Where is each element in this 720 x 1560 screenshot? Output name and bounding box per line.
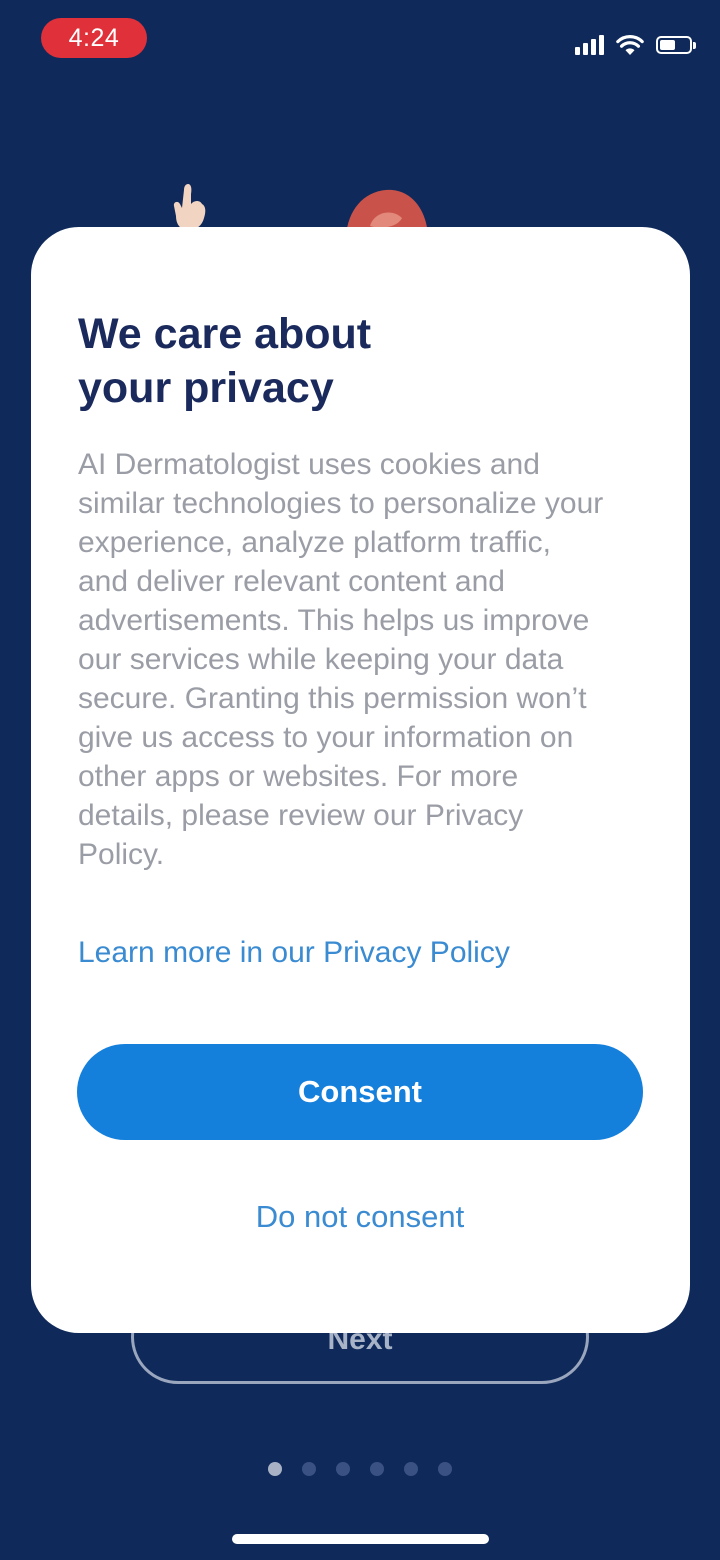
status-icons [575, 30, 696, 60]
pagination-dot [302, 1462, 316, 1476]
home-indicator[interactable] [232, 1534, 489, 1544]
signal-icon [575, 35, 604, 55]
onboarding-screen: 4:24 Next We care about your privacy AI … [0, 0, 720, 1560]
pagination-dot [336, 1462, 350, 1476]
hand-illustration [173, 184, 206, 230]
pagination-dot [404, 1462, 418, 1476]
privacy-policy-link[interactable]: Learn more in our Privacy Policy [78, 933, 510, 973]
battery-icon [656, 36, 696, 54]
modal-body-text: AI Dermatologist uses cookies and simila… [78, 448, 604, 871]
do-not-consent-button[interactable]: Do not consent [77, 1197, 643, 1237]
wifi-icon [616, 35, 644, 55]
pagination-dot [268, 1462, 282, 1476]
status-time: 4:24 [41, 18, 147, 58]
pagination-dots [268, 1462, 452, 1476]
privacy-consent-modal: We care about your privacy AI Dermatolog… [31, 227, 690, 1333]
battery-level [660, 40, 676, 50]
modal-title: We care about your privacy [78, 310, 372, 412]
pagination-dot [370, 1462, 384, 1476]
consent-button[interactable]: Consent [77, 1044, 643, 1140]
pagination-dot [438, 1462, 452, 1476]
